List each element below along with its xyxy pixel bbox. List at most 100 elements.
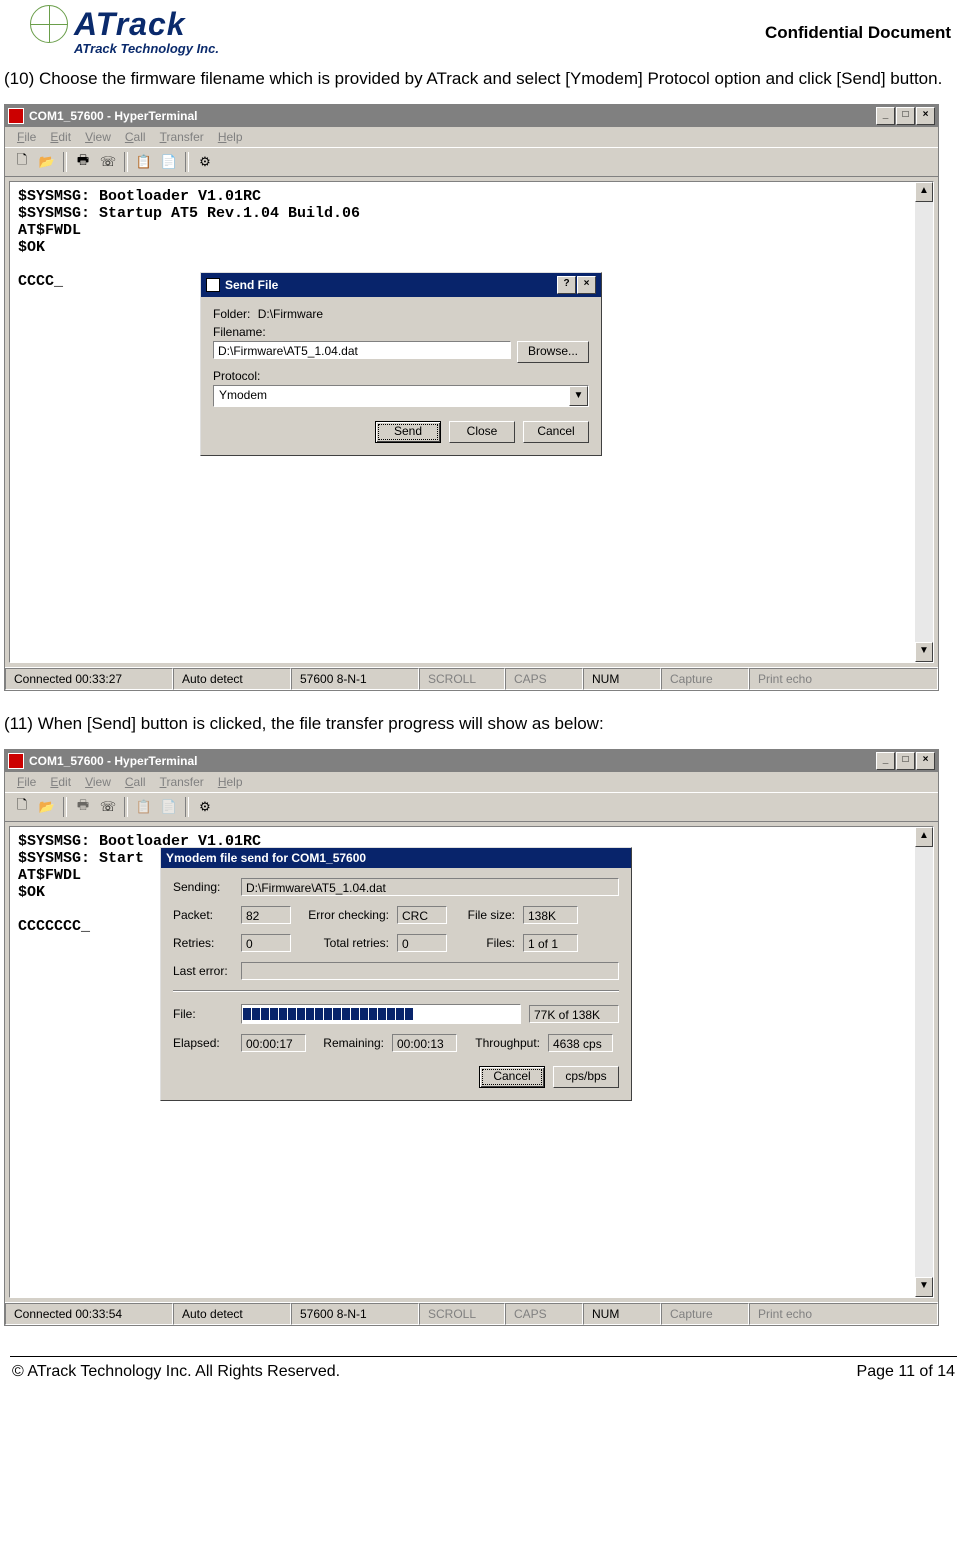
footer-copyright: © ATrack Technology Inc. All Rights Rese…: [12, 1363, 340, 1381]
hyperterminal-window-2: COM1_57600 - HyperTerminal _ □ × File Ed…: [4, 749, 939, 1326]
open-folder-icon[interactable]: 📂: [36, 151, 58, 173]
dialog-title: Send File: [225, 278, 278, 292]
status-connected: Connected 00:33:27: [5, 668, 173, 690]
total-retries-value: 0: [397, 934, 447, 952]
scroll-down-icon[interactable]: ▼: [915, 642, 933, 662]
menu-help[interactable]: Help: [212, 129, 249, 145]
toolbar: 🗋 📂 🖶 ☏ 📋 📄 ⚙: [5, 792, 938, 822]
packet-label: Packet:: [173, 908, 233, 922]
elapsed-value: 00:00:17: [241, 1034, 306, 1052]
sending-value: D:\Firmware\AT5_1.04.dat: [241, 878, 619, 896]
remaining-label: Remaining:: [314, 1036, 384, 1050]
toolbar: 🗋 📂 🖶 ☏ 📋 📄 ⚙: [5, 147, 938, 177]
copy-icon[interactable]: 📋: [133, 151, 155, 173]
status-connected: Connected 00:33:54: [5, 1303, 173, 1325]
print-icon[interactable]: 🖶: [72, 796, 94, 818]
status-scroll: SCROLL: [419, 668, 505, 690]
menu-view[interactable]: View: [79, 129, 117, 145]
statusbar: Connected 00:33:54 Auto detect 57600 8-N…: [5, 1302, 938, 1325]
menu-edit[interactable]: Edit: [44, 774, 77, 790]
target-icon: [30, 5, 68, 43]
status-conn: 57600 8-N-1: [291, 668, 419, 690]
error-checking-value: CRC: [397, 906, 447, 924]
close-button[interactable]: ×: [916, 752, 935, 770]
menubar: File Edit View Call Transfer Help: [5, 127, 938, 147]
chevron-down-icon[interactable]: ▼: [569, 386, 588, 406]
app-icon: [8, 753, 24, 769]
scrollbar[interactable]: ▲ ▼: [915, 827, 933, 1297]
maximize-button[interactable]: □: [896, 752, 915, 770]
menu-transfer[interactable]: Transfer: [154, 774, 210, 790]
error-checking-label: Error checking:: [299, 908, 389, 922]
paste-icon[interactable]: 📄: [158, 796, 180, 818]
filename-input[interactable]: D:\Firmware\AT5_1.04.dat: [213, 341, 511, 359]
statusbar: Connected 00:33:27 Auto detect 57600 8-N…: [5, 667, 938, 690]
scrollbar[interactable]: ▲ ▼: [915, 182, 933, 662]
retries-value: 0: [241, 934, 291, 952]
confidential-label: Confidential Document: [765, 23, 951, 43]
throughput-label: Throughput:: [465, 1036, 540, 1050]
cancel-button[interactable]: Cancel: [479, 1066, 545, 1088]
phone-icon[interactable]: ☏: [97, 796, 119, 818]
phone-icon[interactable]: ☏: [97, 151, 119, 173]
menu-transfer[interactable]: Transfer: [154, 129, 210, 145]
close-button[interactable]: ×: [916, 107, 935, 125]
new-file-icon[interactable]: 🗋: [11, 151, 33, 173]
send-button[interactable]: Send: [375, 421, 441, 443]
remaining-value: 00:00:13: [392, 1034, 457, 1052]
window-title: COM1_57600 - HyperTerminal: [29, 754, 198, 768]
window-titlebar[interactable]: COM1_57600 - HyperTerminal _ □ ×: [5, 105, 938, 127]
protocol-select[interactable]: Ymodem ▼: [213, 385, 589, 407]
scroll-up-icon[interactable]: ▲: [915, 182, 933, 202]
maximize-button[interactable]: □: [896, 107, 915, 125]
new-file-icon[interactable]: 🗋: [11, 796, 33, 818]
print-icon[interactable]: 🖶: [72, 151, 94, 173]
ymodem-progress-dialog: Ymodem file send for COM1_57600 Sending:…: [160, 847, 632, 1101]
properties-icon[interactable]: ⚙: [194, 796, 216, 818]
retries-label: Retries:: [173, 936, 233, 950]
menu-file[interactable]: File: [11, 774, 42, 790]
paste-icon[interactable]: 📄: [158, 151, 180, 173]
status-detect: Auto detect: [173, 668, 291, 690]
properties-icon[interactable]: ⚙: [194, 151, 216, 173]
status-detect: Auto detect: [173, 1303, 291, 1325]
total-retries-label: Total retries:: [299, 936, 389, 950]
minimize-button[interactable]: _: [876, 752, 895, 770]
help-button[interactable]: ?: [557, 276, 576, 294]
menu-call[interactable]: Call: [119, 774, 152, 790]
menubar: File Edit View Call Transfer Help: [5, 772, 938, 792]
status-num: NUM: [583, 1303, 661, 1325]
scroll-down-icon[interactable]: ▼: [915, 1277, 933, 1297]
open-folder-icon[interactable]: 📂: [36, 796, 58, 818]
packet-value: 82: [241, 906, 291, 924]
logo-text: ATrack: [74, 6, 186, 43]
status-print: Print echo: [749, 1303, 938, 1325]
protocol-value: Ymodem: [214, 386, 569, 406]
minimize-button[interactable]: _: [876, 107, 895, 125]
close-button[interactable]: ×: [577, 276, 596, 294]
cpsbps-button[interactable]: cps/bps: [553, 1066, 619, 1088]
cancel-button[interactable]: Cancel: [523, 421, 589, 443]
instruction-10: (10) Choose the firmware filename which …: [0, 56, 967, 100]
file-label: File:: [173, 1007, 233, 1021]
filename-label: Filename:: [213, 325, 589, 339]
browse-button[interactable]: Browse...: [517, 341, 589, 363]
scroll-up-icon[interactable]: ▲: [915, 827, 933, 847]
menu-view[interactable]: View: [79, 774, 117, 790]
file-size-label: File size:: [455, 908, 515, 922]
copy-icon[interactable]: 📋: [133, 796, 155, 818]
close-dialog-button[interactable]: Close: [449, 421, 515, 443]
last-error-value: [241, 962, 619, 980]
menu-help[interactable]: Help: [212, 774, 249, 790]
status-print: Print echo: [749, 668, 938, 690]
status-scroll: SCROLL: [419, 1303, 505, 1325]
last-error-label: Last error:: [173, 964, 233, 978]
menu-call[interactable]: Call: [119, 129, 152, 145]
window-titlebar[interactable]: COM1_57600 - HyperTerminal _ □ ×: [5, 750, 938, 772]
instruction-11: (11) When [Send] button is clicked, the …: [0, 701, 967, 745]
menu-file[interactable]: File: [11, 129, 42, 145]
footer-page: Page 11 of 14: [857, 1363, 955, 1381]
status-caps: CAPS: [505, 1303, 583, 1325]
status-num: NUM: [583, 668, 661, 690]
menu-edit[interactable]: Edit: [44, 129, 77, 145]
